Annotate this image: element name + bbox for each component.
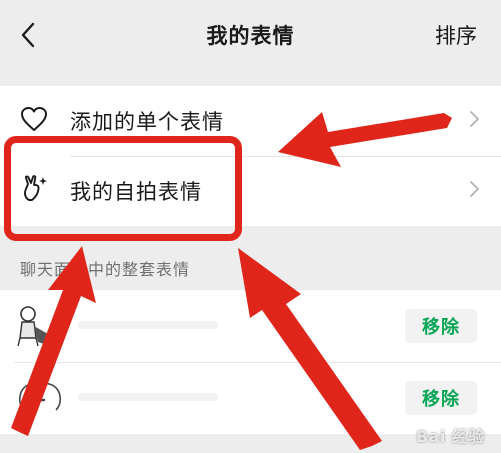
- sticker-pack-name: [78, 393, 218, 401]
- menu-item-selfie-stickers[interactable]: 我的自拍表情: [0, 156, 501, 226]
- sticker-pack-name: [78, 321, 218, 329]
- sticker-pack-list: 移除 移除: [0, 290, 501, 434]
- selfie-hand-icon: [20, 174, 50, 208]
- remove-button[interactable]: 移除: [405, 309, 477, 343]
- remove-button[interactable]: 移除: [405, 381, 477, 415]
- page-title: 我的表情: [206, 24, 295, 48]
- chevron-right-icon: [470, 181, 479, 201]
- sticker-pack-thumbnail: [14, 370, 66, 426]
- sticker-pack-thumbnail: [14, 298, 66, 354]
- menu-item-label: 我的自拍表情: [70, 180, 202, 204]
- menu-item-label: 添加的单个表情: [70, 110, 224, 134]
- heart-icon: [20, 106, 48, 136]
- list-item: 移除: [0, 290, 501, 362]
- chevron-right-icon: [470, 111, 479, 131]
- navigation-bar: 我的表情 排序: [0, 0, 501, 76]
- section-header: 聊天面板中的整套表情: [20, 260, 191, 279]
- watermark: Bai 经验: [415, 427, 485, 446]
- sort-button[interactable]: 排序: [435, 20, 477, 50]
- sticker-menu-group: 添加的单个表情 我的自拍表情: [0, 86, 501, 226]
- menu-item-single-stickers[interactable]: 添加的单个表情: [0, 86, 501, 156]
